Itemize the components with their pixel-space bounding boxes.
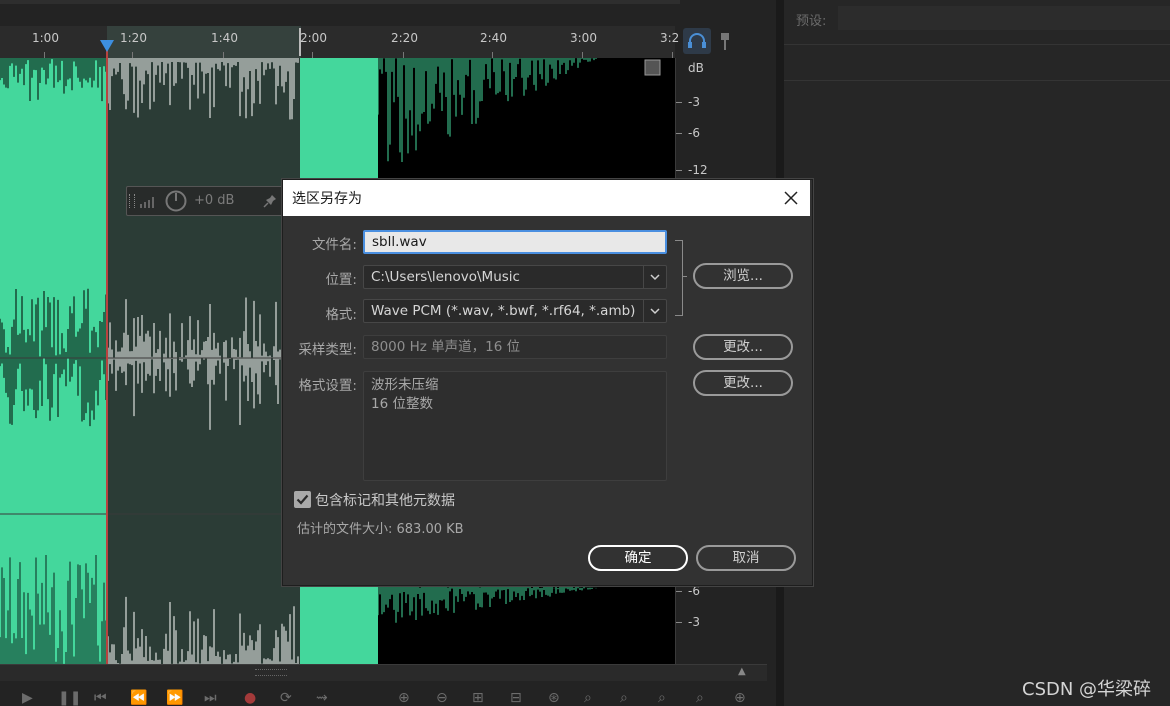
preset-label: 预设: (796, 14, 827, 29)
waveform-toggle-icon[interactable] (644, 59, 661, 76)
chevron-down-icon[interactable] (643, 266, 666, 288)
top-toolbar-strip (0, 0, 680, 4)
save-selection-dialog: 选区另存为 文件名: sbll.wav 位置: C:\Users\lenovo\… (282, 179, 813, 586)
timeline-tick-label: 2:40 (480, 31, 507, 45)
location-label: 位置: (325, 272, 357, 288)
checkmark-icon (296, 494, 309, 505)
timeline-tick-label: 1:00 (32, 31, 59, 45)
chevron-down-icon[interactable] (643, 300, 666, 322)
volume-knob-icon[interactable] (165, 190, 187, 212)
skip-selection-icon[interactable]: ⇝ (316, 690, 328, 706)
change-sample-type-button[interactable]: 更改... (693, 334, 793, 360)
filename-label: 文件名: (311, 237, 357, 253)
zoom-in-amplitude-icon[interactable]: ⊕ (398, 690, 410, 706)
zoom-selection-out-icon[interactable]: ⌕ (620, 690, 628, 706)
db-tick (676, 622, 682, 623)
zoom-full-icon[interactable]: ⊛ (548, 690, 560, 706)
headphone-icon (688, 33, 706, 48)
selection-highlight (107, 58, 301, 664)
db-label: -3 (688, 95, 700, 109)
scroll-up-arrow-icon[interactable]: ▲ (738, 666, 746, 677)
format-settings-label: 格式设置: (298, 378, 357, 394)
dialog-titlebar[interactable]: 选区另存为 (283, 180, 810, 216)
zoom-playhead-icon[interactable]: ⊕ (734, 690, 746, 706)
zoom-out-amplitude-icon[interactable]: ⊖ (436, 690, 448, 706)
timeline-tick-label: 1:20 (120, 31, 147, 45)
sample-type-label: 采样类型: (298, 342, 357, 358)
panel-separator (784, 80, 1170, 81)
monitor-button[interactable] (683, 28, 711, 54)
timeline-tick-label: 3:00 (570, 31, 597, 45)
watermark: CSDN @华梁碎 (1022, 679, 1152, 700)
close-icon[interactable] (779, 186, 803, 210)
play-icon[interactable]: ▶ (22, 690, 33, 706)
skip-start-icon[interactable]: ⏮ (94, 690, 107, 706)
bracket-line (675, 240, 683, 316)
format-label: 格式: (325, 307, 357, 323)
panel-separator (784, 44, 1170, 45)
location-dropdown[interactable]: C:\Users\lenovo\Music (363, 265, 667, 289)
format-value: Wave PCM (*.wav, *.bwf, *.rf64, *.amb) (371, 303, 636, 319)
pin-icon[interactable] (263, 194, 277, 208)
db-tick (676, 102, 682, 103)
zoom-reset-icon[interactable]: ⌕ (696, 690, 704, 706)
zoom-selection-icon[interactable]: ⌕ (658, 690, 666, 706)
preset-dropdown[interactable] (838, 6, 1170, 30)
loop-icon[interactable]: ⟳ (280, 690, 292, 706)
playhead-line[interactable] (106, 40, 108, 665)
include-markers-label[interactable]: 包含标记和其他元数据 (315, 490, 455, 510)
ok-button[interactable]: 确定 (588, 545, 688, 571)
db-tick (676, 133, 682, 134)
selection-end-handle[interactable] (299, 28, 301, 56)
zoom-selection-in-icon[interactable]: ⌕ (584, 690, 592, 706)
scrollbar-grip[interactable] (255, 669, 287, 676)
zoom-out-time-icon[interactable]: ⊟ (510, 690, 522, 706)
playhead-marker-icon[interactable] (100, 40, 114, 52)
cancel-button[interactable]: 取消 (696, 545, 796, 571)
db-label: -3 (688, 615, 700, 629)
db-unit-label: dB (688, 61, 704, 75)
change-format-settings-button[interactable]: 更改... (693, 370, 793, 396)
filename-input[interactable]: sbll.wav (363, 230, 667, 254)
timeline-tick-label: 2:20 (391, 31, 418, 45)
horizontal-scrollbar[interactable] (0, 664, 767, 681)
db-tick (676, 170, 682, 171)
format-settings-line: 16 位整数 (371, 396, 433, 412)
location-value: C:\Users\lenovo\Music (371, 269, 520, 285)
sample-type-value: 8000 Hz 单声道，16 位 (363, 335, 667, 359)
zoom-in-time-icon[interactable]: ⊞ (472, 690, 484, 706)
marker-pin-icon[interactable] (718, 30, 732, 52)
format-settings-box: 波形未压缩 16 位整数 (363, 371, 667, 481)
skip-end-icon[interactable]: ⏭ (204, 690, 217, 706)
meter-bars-icon (140, 197, 154, 208)
hud-gain-value[interactable]: +0 dB (194, 193, 234, 208)
format-dropdown[interactable]: Wave PCM (*.wav, *.bwf, *.rf64, *.amb) (363, 299, 667, 323)
db-tick (676, 591, 682, 592)
pause-icon[interactable]: ❚❚ (58, 690, 81, 706)
db-label: -6 (688, 126, 700, 140)
timeline-tick-label: 1:40 (211, 31, 238, 45)
format-settings-line: 波形未压缩 (371, 377, 439, 393)
record-icon[interactable]: ● (244, 690, 256, 706)
dialog-title: 选区另存为 (292, 191, 362, 207)
hud-volume-control[interactable]: +0 dB (126, 186, 288, 216)
browse-button[interactable]: 浏览... (693, 263, 793, 289)
timeline-tick-label: 2:00 (300, 31, 327, 45)
estimated-file-size: 估计的文件大小: 683.00 KB (297, 522, 464, 537)
include-markers-checkbox[interactable] (294, 491, 311, 508)
hud-drag-handle-icon[interactable] (129, 194, 135, 208)
right-panel (784, 0, 1170, 706)
timeline-tick-label: 3:2 (660, 31, 680, 45)
bracket-line (682, 276, 687, 277)
db-label: -12 (688, 163, 708, 177)
fast-forward-icon[interactable]: ⏩ (166, 690, 183, 706)
rewind-icon[interactable]: ⏪ (130, 690, 147, 706)
db-label: -6 (688, 584, 700, 598)
